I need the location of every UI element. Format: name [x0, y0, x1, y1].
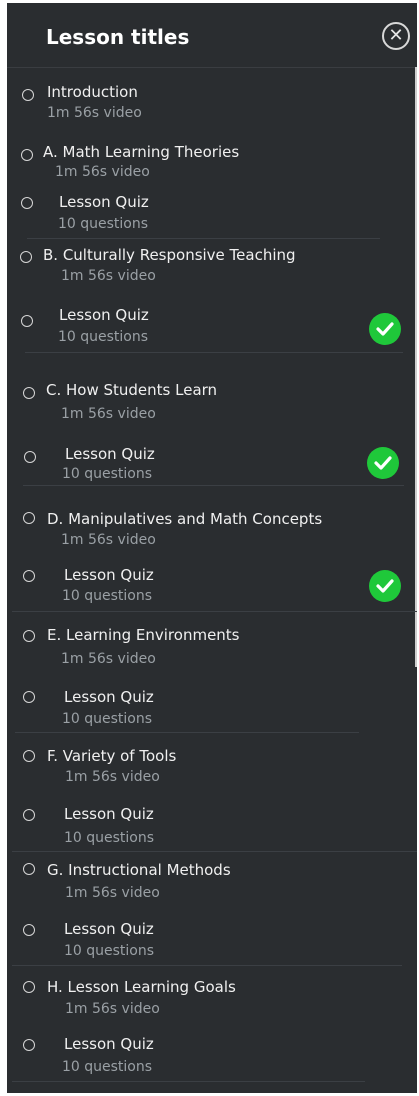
close-icon: ✕: [388, 25, 404, 46]
quiz-item-f[interactable]: Lesson Quiz 10 questions: [7, 795, 417, 852]
radio-icon: [20, 251, 32, 263]
radio-icon: [21, 315, 33, 327]
lesson-item-e[interactable]: E. Learning Environments 1m 56s video: [7, 618, 417, 678]
quiz-title: Lesson Quiz: [64, 688, 154, 706]
radio-icon: [23, 691, 35, 703]
lesson-title: G. Instructional Methods: [47, 861, 231, 879]
radio-icon: [21, 197, 33, 209]
lesson-subtitle: 1m 56s video: [61, 532, 156, 548]
quiz-title: Lesson Quiz: [64, 805, 154, 823]
lesson-item-g[interactable]: G. Instructional Methods 1m 56s video: [7, 853, 417, 910]
radio-icon: [21, 149, 33, 161]
quiz-subtitle: 10 questions: [62, 588, 153, 604]
radio-icon: [23, 387, 35, 399]
lesson-item-c[interactable]: C. How Students Learn 1m 56s video: [7, 371, 417, 431]
lesson-subtitle: 1m 56s video: [61, 406, 156, 422]
radio-icon: [23, 924, 35, 936]
quiz-item-b[interactable]: Lesson Quiz 10 questions: [7, 292, 417, 352]
lesson-item-f[interactable]: F. Variety of Tools 1m 56s video: [7, 738, 417, 795]
divider: [12, 851, 417, 852]
radio-icon: [23, 863, 35, 875]
quiz-subtitle: 10 questions: [64, 943, 155, 959]
lesson-subtitle: 1m 56s video: [65, 885, 160, 901]
radio-icon: [23, 750, 35, 762]
lesson-panel: Lesson titles ✕ Introduction 1m 56s vide…: [7, 3, 417, 1093]
lesson-subtitle: 1m 56s video: [61, 268, 156, 284]
divider: [12, 965, 402, 966]
lesson-title: A. Math Learning Theories: [43, 143, 240, 161]
lesson-title: E. Learning Environments: [47, 626, 240, 644]
lesson-subtitle: 1m 56s video: [65, 1001, 160, 1017]
quiz-item-h[interactable]: Lesson Quiz 10 questions: [7, 1025, 417, 1082]
radio-icon: [23, 570, 35, 582]
lesson-item-d[interactable]: D. Manipulatives and Math Concepts 1m 56…: [7, 498, 417, 553]
close-button[interactable]: ✕: [382, 22, 410, 50]
quiz-title: Lesson Quiz: [64, 920, 154, 938]
radio-icon: [23, 1039, 35, 1051]
quiz-item-c[interactable]: Lesson Quiz 10 questions: [7, 431, 417, 488]
radio-icon: [23, 630, 35, 642]
divider: [12, 611, 417, 612]
quiz-item-e[interactable]: Lesson Quiz 10 questions: [7, 678, 417, 735]
radio-icon: [23, 512, 35, 524]
radio-icon: [24, 451, 36, 463]
panel-title: Lesson titles: [46, 25, 190, 49]
lesson-title: F. Variety of Tools: [47, 747, 177, 765]
panel-header: Lesson titles ✕: [7, 3, 417, 68]
quiz-subtitle: 10 questions: [64, 830, 155, 846]
divider: [15, 732, 359, 733]
lesson-subtitle: 1m 56s video: [61, 651, 156, 667]
quiz-title: Lesson Quiz: [59, 193, 149, 211]
quiz-subtitle: 10 questions: [58, 329, 149, 345]
quiz-subtitle: 10 questions: [62, 466, 153, 482]
quiz-item-a[interactable]: Lesson Quiz 10 questions: [7, 187, 417, 239]
completed-check-icon: [367, 447, 399, 479]
lesson-subtitle: 1m 56s video: [65, 769, 160, 785]
lesson-title: H. Lesson Learning Goals: [47, 978, 236, 996]
divider: [25, 352, 403, 353]
divider: [27, 238, 380, 239]
lesson-title: C. How Students Learn: [46, 381, 218, 399]
radio-icon: [23, 981, 35, 993]
completed-check-icon: [369, 570, 401, 602]
lesson-subtitle: 1m 56s video: [47, 105, 142, 121]
lesson-item-a[interactable]: A. Math Learning Theories 1m 56s video: [7, 137, 417, 187]
divider: [23, 485, 404, 486]
quiz-item-d[interactable]: Lesson Quiz 10 questions: [7, 553, 417, 613]
quiz-title: Lesson Quiz: [64, 1035, 154, 1053]
quiz-title: Lesson Quiz: [65, 445, 155, 463]
completed-check-icon: [369, 313, 401, 345]
lesson-item-b[interactable]: B. Culturally Responsive Teaching 1m 56s…: [7, 240, 417, 292]
quiz-subtitle: 10 questions: [58, 216, 149, 232]
quiz-item-g[interactable]: Lesson Quiz 10 questions: [7, 910, 417, 967]
radio-icon: [22, 89, 34, 101]
quiz-subtitle: 10 questions: [62, 711, 153, 727]
lesson-title: Introduction: [47, 83, 138, 101]
quiz-title: Lesson Quiz: [64, 566, 154, 584]
quiz-title: Lesson Quiz: [59, 306, 149, 324]
lesson-subtitle: 1m 56s video: [55, 164, 150, 180]
divider: [12, 1081, 365, 1082]
lesson-item-h[interactable]: H. Lesson Learning Goals 1m 56s video: [7, 968, 417, 1025]
lesson-title: D. Manipulatives and Math Concepts: [47, 510, 323, 528]
radio-icon: [23, 809, 35, 821]
quiz-subtitle: 10 questions: [62, 1059, 153, 1075]
lesson-item-introduction[interactable]: Introduction 1m 56s video: [7, 67, 417, 137]
lesson-title: B. Culturally Responsive Teaching: [43, 246, 296, 264]
